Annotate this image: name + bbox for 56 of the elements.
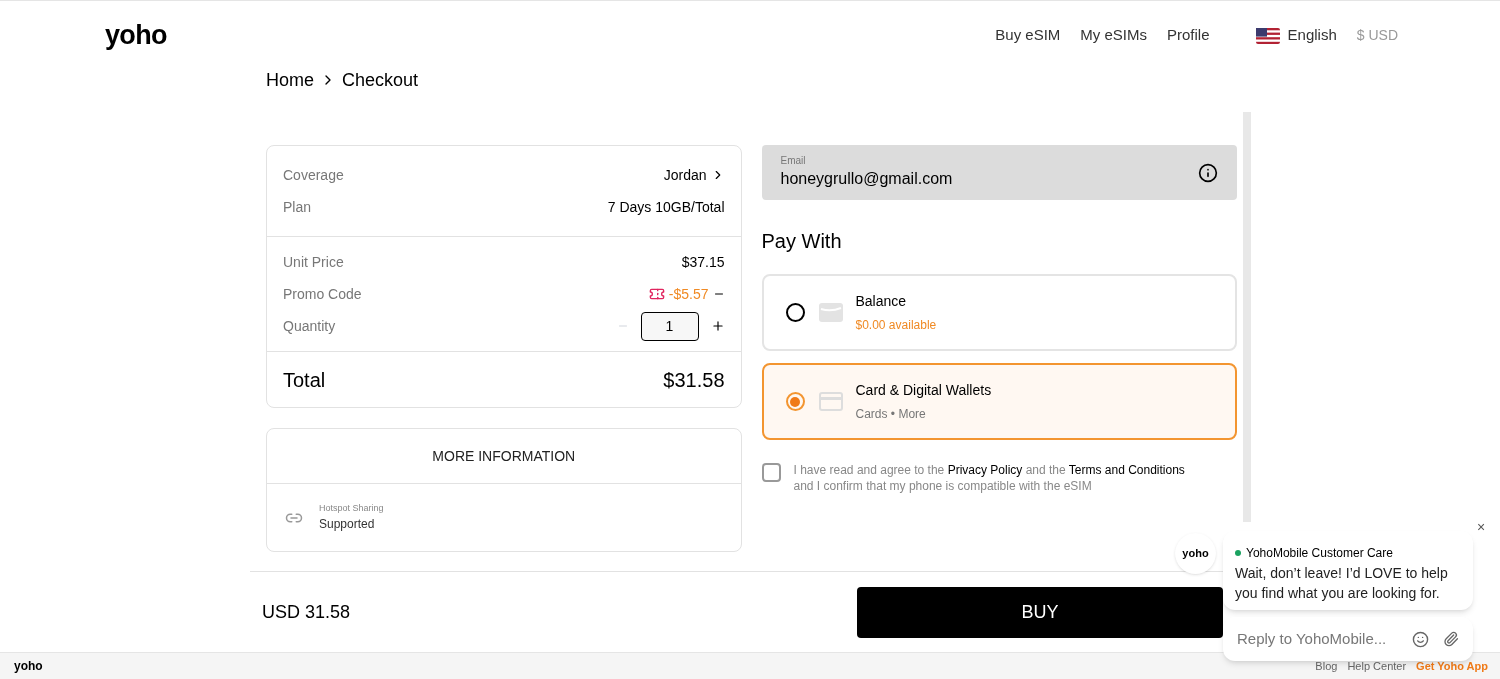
- summary-label: Coverage: [283, 165, 344, 185]
- agreement-link[interactable]: Terms and Conditions: [1068, 463, 1185, 477]
- close-button[interactable]: ×: [1477, 517, 1486, 538]
- language-selector[interactable]: English: [1255, 24, 1337, 47]
- card-icon: [818, 392, 843, 411]
- buy-button[interactable]: BUY: [857, 586, 1223, 638]
- summary-label: Quantity: [283, 316, 336, 336]
- total-label: Total: [283, 367, 326, 393]
- feature-label: Hotspot Sharing: [319, 501, 384, 515]
- email-field[interactable]: Email honeygrullo@gmail.com: [761, 145, 1237, 200]
- nav-link[interactable]: Buy eSIM: [995, 24, 1061, 47]
- agreement-checkbox[interactable]: [761, 463, 781, 482]
- current-page-title: Checkout: [342, 68, 419, 92]
- nav-link[interactable]: Profile: [1167, 24, 1210, 47]
- quantity-field[interactable]: 1: [640, 311, 699, 341]
- info-icon[interactable]: [1198, 162, 1218, 183]
- wallet-icon: [818, 303, 843, 322]
- option-subtitle: Cards • More: [855, 406, 927, 423]
- summary-value: $37.15: [681, 252, 725, 272]
- ticket-icon: [648, 286, 665, 302]
- emoji-icon[interactable]: [1412, 630, 1429, 648]
- payment-option[interactable]: Balance $0.00 available: [761, 274, 1237, 351]
- field-label: Email: [780, 154, 807, 167]
- email-input[interactable]: honeygrullo@gmail.com: [780, 166, 1161, 191]
- radio-button[interactable]: [785, 303, 805, 322]
- payment-option[interactable]: Card & Digital Wallets Cards • More: [761, 363, 1237, 440]
- option-title: Balance: [855, 292, 908, 311]
- agent-name: YohoMobile Customer Care: [1246, 545, 1393, 562]
- agreement-link[interactable]: Privacy Policy: [947, 463, 1023, 477]
- logo[interactable]: yoho: [105, 15, 167, 56]
- breadcrumb-link[interactable]: Home: [266, 66, 314, 94]
- chat-reply-field[interactable]: Reply to YohoMobile...: [1223, 617, 1473, 661]
- summary-label: Plan: [283, 197, 312, 217]
- flag-icon: [1255, 27, 1280, 44]
- discount-value: -$5.57: [668, 284, 709, 304]
- summary-label: Promo Code: [283, 284, 362, 304]
- chat-message: Wait, don’t leave! I’d LOVE to help you find what you are looking for.: [1235, 564, 1449, 603]
- increase-button[interactable]: [710, 319, 725, 333]
- paperclip-icon[interactable]: [1443, 631, 1459, 647]
- total-value: $31.58: [663, 367, 725, 393]
- section-heading: Pay With: [761, 229, 843, 254]
- plus-icon: [710, 319, 725, 333]
- agreement-text: I have read and agree to the Privacy Policy and the Terms and Conditions and I confirm that my phone is compatible with the eSIM: [793, 462, 1186, 494]
- footer-logo[interactable]: yoho: [14, 657, 43, 675]
- reply-input[interactable]: Reply to YohoMobile...: [1237, 627, 1407, 651]
- section-title: MORE INFORMATION: [432, 446, 576, 466]
- checkout-total: USD 31.58: [262, 600, 351, 624]
- chat-avatar[interactable]: yoho: [1175, 533, 1216, 574]
- radio-button[interactable]: [785, 392, 805, 411]
- option-subtitle: $0.00 available: [855, 317, 937, 334]
- feature-value: Supported: [319, 516, 376, 534]
- option-title: Card & Digital Wallets: [855, 381, 992, 400]
- summary-value: 7 Days 10GB/Total: [607, 197, 725, 217]
- coverage-link[interactable]: Jordan: [663, 164, 725, 186]
- summary-label: Unit Price: [283, 252, 344, 272]
- nav-link[interactable]: My eSIMs: [1080, 24, 1148, 47]
